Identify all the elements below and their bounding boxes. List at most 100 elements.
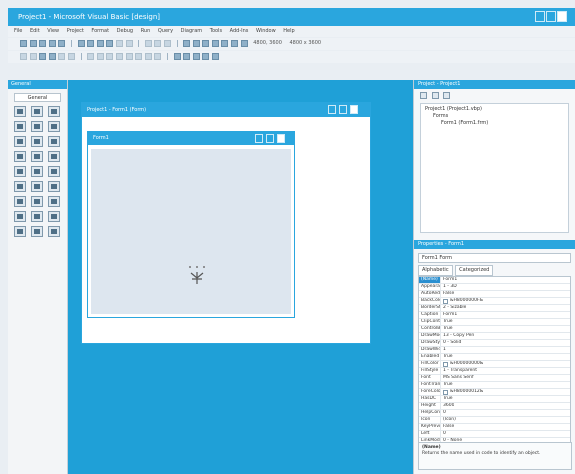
save-icon[interactable] [58,40,66,47]
property-row[interactable]: FillStyle 1 - Transparent [419,368,570,375]
property-value-cell[interactable]: 0 - Solid [441,340,461,346]
undo-icon[interactable] [115,40,123,47]
property-value-cell[interactable]: True [441,354,453,360]
menu-tools[interactable]: Tools [210,28,222,34]
object-selector[interactable]: Form1 Form [418,253,571,263]
property-value-cell[interactable]: 0 [441,410,446,416]
property-value-cell[interactable]: Form1 [441,277,457,283]
listbox-tool[interactable] [14,151,26,162]
property-row[interactable]: (Name) Form1 [419,277,570,284]
data-tool[interactable] [31,196,43,207]
menu-debug[interactable]: Debug [117,28,133,34]
menu-edit[interactable]: Edit [30,28,40,34]
close-button[interactable] [557,11,567,22]
data-view-icon[interactable] [231,40,239,47]
menu-file[interactable]: File [14,28,22,34]
checkbox-tool[interactable] [14,136,26,147]
property-row[interactable]: DrawWidth1 [419,347,570,354]
property-row[interactable]: ClipControlsTrue [419,319,570,326]
minimize-button[interactable] [535,11,545,22]
add-form-icon[interactable] [29,40,37,47]
extra-tool-2[interactable] [31,211,43,222]
step-into-icon[interactable] [183,53,191,60]
menu-window[interactable]: Window [256,28,276,34]
property-row[interactable]: HasDC True [419,396,570,403]
tab-alphabetic[interactable]: Alphabetic [418,265,453,276]
optionbutton-tool[interactable] [31,136,43,147]
paste-icon[interactable] [96,40,104,47]
menu-format[interactable]: Format [91,28,109,34]
property-value-cell[interactable]: 2 - Sizable [441,305,466,311]
property-value-cell[interactable]: False [441,424,454,430]
toolbox-group-tab[interactable]: General [14,93,61,102]
property-row[interactable]: FillColor &H00000000& [419,361,570,368]
tree-node-project[interactable]: Project1 (Project1.vbp) [425,106,564,113]
hscrollbar-tool[interactable] [31,151,43,162]
view-object-icon[interactable] [431,92,439,99]
ole-tool[interactable] [48,196,60,207]
property-value-cell[interactable]: 1 - Transparent [441,368,477,374]
property-row[interactable]: Enabled True [419,354,570,361]
timer-tool[interactable] [14,166,26,177]
property-row[interactable]: BorderStyle2 - Sizable [419,305,570,312]
break-icon[interactable] [154,40,162,47]
step-over-icon[interactable] [192,53,200,60]
property-value-cell[interactable]: 1 [441,347,446,353]
view-code-icon[interactable] [420,92,427,99]
bookmark-icon[interactable] [125,53,133,60]
comment-icon[interactable] [106,53,114,60]
start-icon[interactable] [144,40,152,47]
property-row[interactable]: HelpContextID0 [419,410,570,417]
vscrollbar-tool[interactable] [48,151,60,162]
cut-icon[interactable] [77,40,85,47]
property-row[interactable]: FontTransparentTrue [419,382,570,389]
add-project-icon[interactable] [20,40,27,47]
make-same-size-icon[interactable] [58,53,66,60]
property-value-cell[interactable]: False [441,291,454,297]
extra-tool-1[interactable] [14,211,26,222]
align-icon[interactable] [39,53,47,60]
property-value-cell[interactable]: True [441,382,453,388]
form1-canvas[interactable] [91,149,291,314]
menu-help[interactable]: Help [283,28,294,34]
property-row[interactable]: AutoRedrawFalse [419,291,570,298]
property-row[interactable]: Icon (Icon) [419,417,570,424]
close-button[interactable] [350,105,358,114]
object-browser-icon[interactable] [211,40,219,47]
toolbox-icon[interactable] [221,40,229,47]
end-icon[interactable] [163,40,171,47]
menu-run[interactable]: Run [141,28,151,34]
maximize-button[interactable] [546,11,556,22]
drivelistbox-tool[interactable] [31,166,43,177]
menu-diagram[interactable]: Diagram [181,28,202,34]
property-value-cell[interactable]: 3600 [441,403,454,409]
open-icon[interactable] [48,40,56,47]
minimize-button[interactable] [328,105,336,114]
property-value-cell[interactable]: True [441,396,453,402]
line-tool[interactable] [48,181,60,192]
image-tool[interactable] [14,196,26,207]
property-row[interactable]: DrawStyle0 - Solid [419,340,570,347]
find-icon[interactable] [106,40,114,47]
property-row[interactable]: DrawMode13 - Copy Pen [419,333,570,340]
property-row[interactable]: ForeColor &H80000012& [419,389,570,396]
minimize-button[interactable] [255,134,263,143]
menu-view[interactable]: View [47,28,59,34]
form1-window[interactable]: Form1 [87,131,295,318]
indent-icon[interactable] [87,53,95,60]
send-to-back-icon[interactable] [29,53,37,60]
property-row[interactable]: KeyPreviewFalse [419,424,570,431]
property-row[interactable]: Left 0 [419,431,570,438]
menu-project[interactable]: Project [67,28,84,34]
redo-icon[interactable] [125,40,133,47]
extra-tool-4[interactable] [14,226,26,237]
properties-window-icon[interactable] [192,40,200,47]
debug-toggle-icon[interactable] [173,53,181,60]
property-value-cell[interactable]: &H80000012& [441,389,483,395]
property-value-cell[interactable]: True [441,326,453,332]
menu-query[interactable]: Query [158,28,173,34]
textbox-tool[interactable] [14,121,26,132]
shape-tool[interactable] [31,181,43,192]
property-row[interactable]: BackColor&H8000000F& [419,298,570,305]
close-button[interactable] [277,134,285,143]
